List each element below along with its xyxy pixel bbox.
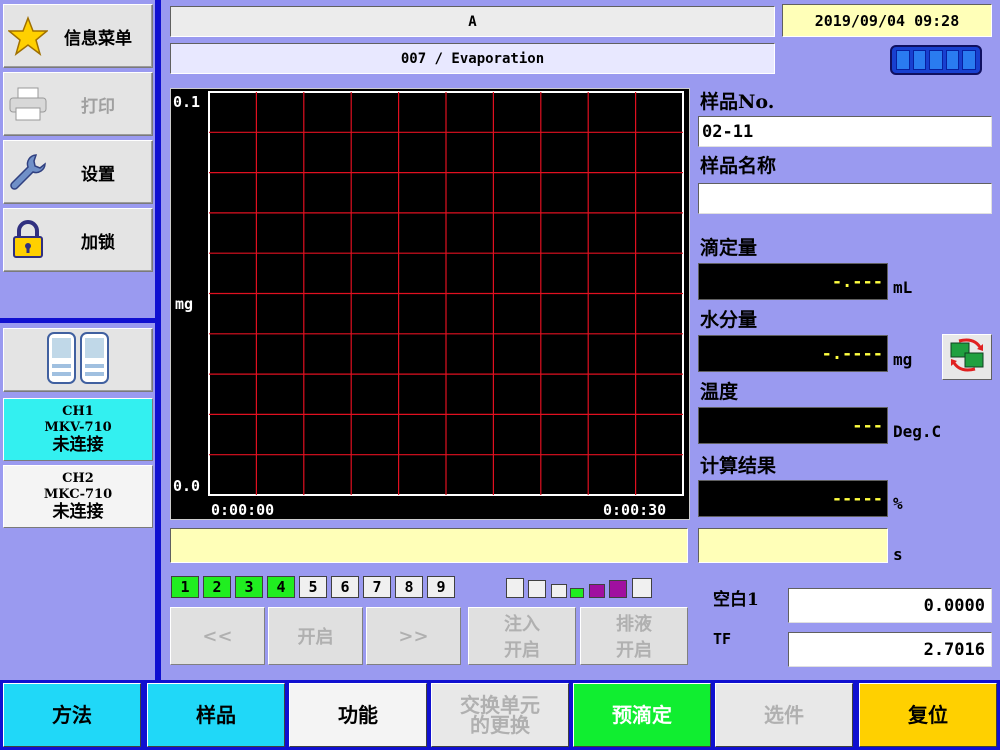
drain-button[interactable]: 排液 开启	[580, 607, 688, 665]
channel-2-status: 未连接	[52, 502, 104, 522]
next-button[interactable]: >>	[366, 607, 461, 665]
sample-button[interactable]: 样品	[147, 683, 285, 747]
info-menu-label: 信息菜单	[64, 28, 132, 49]
channel-number-8[interactable]: 8	[395, 576, 423, 598]
channel-1-model: MKV-710	[44, 420, 112, 435]
status-square	[506, 578, 524, 598]
inject-start-label: 开启	[504, 640, 540, 661]
battery-indicator	[890, 45, 982, 75]
channel-1-name: CH1	[62, 404, 94, 419]
start-button[interactable]: 开启	[268, 607, 363, 665]
star-icon	[4, 12, 52, 60]
datetime-display: 2019/09/04 09:28	[782, 4, 992, 37]
exchange-unit-button[interactable]: 交换单元的更换	[431, 683, 569, 747]
channel-2-button[interactable]: CH2 MKC-710 未连接	[3, 465, 153, 528]
sidebar-edge	[155, 0, 161, 680]
titration-unit: mL	[893, 278, 913, 297]
printer-icon	[4, 80, 52, 128]
sample-no-field[interactable]: 02-11	[698, 116, 992, 147]
result-unit: %	[893, 494, 903, 513]
temperature-value: ---	[698, 407, 888, 444]
print-label: 打印	[81, 96, 115, 117]
sample-name-label: 样品名称	[700, 155, 777, 177]
water-value: -.----	[698, 335, 888, 372]
channel-overview-button[interactable]	[3, 328, 153, 392]
battery-segment	[929, 50, 943, 70]
channel-1-button[interactable]: CH1 MKV-710 未连接	[3, 398, 153, 461]
inject-label: 注入	[504, 614, 540, 635]
time-unit: s	[893, 545, 903, 564]
channel-number-4[interactable]: 4	[267, 576, 295, 598]
titration-chart: 0.1 mg 0.0 0:00:00 0:00:30	[170, 88, 690, 520]
unit-switch-button[interactable]	[942, 334, 992, 380]
x-tick-start: 0:00:00	[211, 501, 275, 519]
channel-number-5[interactable]: 5	[299, 576, 327, 598]
chart-plot	[208, 91, 684, 496]
blank-field[interactable]: 0.0000	[788, 588, 992, 623]
battery-segment	[896, 50, 910, 70]
reset-button[interactable]: 复位	[859, 683, 997, 747]
lock-label: 加锁	[81, 232, 115, 253]
function-button[interactable]: 功能	[289, 683, 427, 747]
time-display	[698, 528, 888, 563]
channel-number-9[interactable]: 9	[427, 576, 455, 598]
tf-field[interactable]: 2.7016	[788, 632, 992, 667]
status-square	[528, 580, 546, 598]
tf-label: TF	[713, 630, 732, 648]
sample-no-label: 样品No.	[700, 91, 775, 113]
status-square	[609, 580, 627, 598]
message-bar	[170, 528, 688, 563]
swap-icon	[947, 337, 987, 377]
channel-number-6[interactable]: 6	[331, 576, 359, 598]
water-unit: mg	[893, 350, 913, 369]
channel-number-1[interactable]: 1	[171, 576, 199, 598]
channel-number-2[interactable]: 2	[203, 576, 231, 598]
battery-segment	[945, 50, 960, 70]
y-tick-top: 0.1	[173, 93, 201, 111]
sample-name-field[interactable]	[698, 183, 992, 214]
y-tick-bottom: 0.0	[173, 477, 201, 495]
temperature-unit: Deg.C	[893, 422, 942, 441]
lock-icon	[4, 216, 52, 264]
drain-label: 排液	[616, 614, 652, 635]
options-button[interactable]: 选件	[715, 683, 853, 747]
pre-titration-button[interactable]: 预滴定	[573, 683, 711, 747]
settings-label: 设置	[81, 164, 115, 185]
sidebar: 信息菜单 打印 设置 加锁 CH1 MKV-710 未连接 CH2 MKC-71…	[0, 0, 160, 680]
dual-burette-icon	[46, 330, 110, 390]
channel-2-model: MKC-710	[43, 487, 113, 502]
y-axis-label: mg	[175, 295, 194, 313]
sidebar-divider	[0, 318, 160, 323]
titration-value: -.---	[698, 263, 888, 300]
method-button[interactable]: 方法	[3, 683, 141, 747]
result-label: 计算结果	[700, 455, 777, 477]
wrench-icon	[4, 148, 52, 196]
channel-number-7[interactable]: 7	[363, 576, 391, 598]
info-menu-button[interactable]: 信息菜单	[3, 4, 153, 68]
status-square	[551, 584, 567, 598]
status-square	[632, 578, 652, 598]
print-button[interactable]: 打印	[3, 72, 153, 136]
method-display: 007 / Evaporation	[170, 43, 775, 74]
channel-number-3[interactable]: 3	[235, 576, 263, 598]
blank-label: 空白1	[713, 590, 759, 610]
drain-start-label: 开启	[616, 640, 652, 661]
page-title: A	[170, 6, 775, 37]
x-tick-end: 0:00:30	[603, 501, 667, 519]
temperature-label: 温度	[700, 381, 739, 403]
status-square	[589, 584, 605, 598]
channel-2-name: CH2	[62, 471, 94, 486]
lock-button[interactable]: 加锁	[3, 208, 153, 272]
titration-label: 滴定量	[700, 237, 758, 259]
battery-segment	[912, 50, 927, 70]
status-square	[570, 588, 584, 598]
battery-segment	[962, 50, 976, 70]
inject-button[interactable]: 注入 开启	[468, 607, 576, 665]
result-value: -----	[698, 480, 888, 517]
channel-1-status: 未连接	[52, 435, 104, 455]
settings-button[interactable]: 设置	[3, 140, 153, 204]
water-label: 水分量	[700, 309, 758, 331]
prev-button[interactable]: <<	[170, 607, 265, 665]
